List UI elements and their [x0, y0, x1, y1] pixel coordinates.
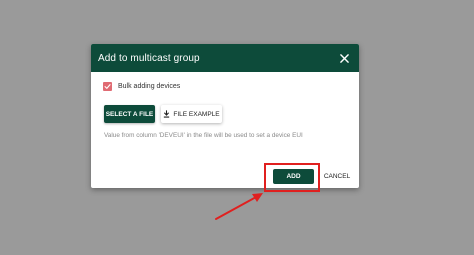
file-example-label: FILE EXAMPLE — [173, 110, 220, 118]
select-file-button[interactable]: SELECT A FILE — [104, 105, 155, 123]
download-icon — [163, 110, 170, 118]
helper-text: Value from column 'DEVEUI' in the file w… — [104, 132, 303, 139]
cancel-label: CANCEL — [323, 173, 351, 180]
add-highlight-box — [264, 163, 320, 192]
file-example-button[interactable]: FILE EXAMPLE — [161, 105, 222, 123]
dialog-title: Add to multicast group — [98, 52, 200, 64]
select-file-label: SELECT A FILE — [105, 110, 154, 118]
bulk-adding-row[interactable]: Bulk adding devices — [103, 82, 180, 91]
cancel-button[interactable]: CANCEL — [322, 169, 352, 184]
checkmark-icon — [104, 84, 111, 89]
bulk-adding-label: Bulk adding devices — [118, 83, 181, 90]
close-icon[interactable] — [337, 51, 351, 65]
bulk-adding-checkbox[interactable] — [103, 82, 112, 91]
dialog-header: Add to multicast group — [91, 44, 359, 72]
